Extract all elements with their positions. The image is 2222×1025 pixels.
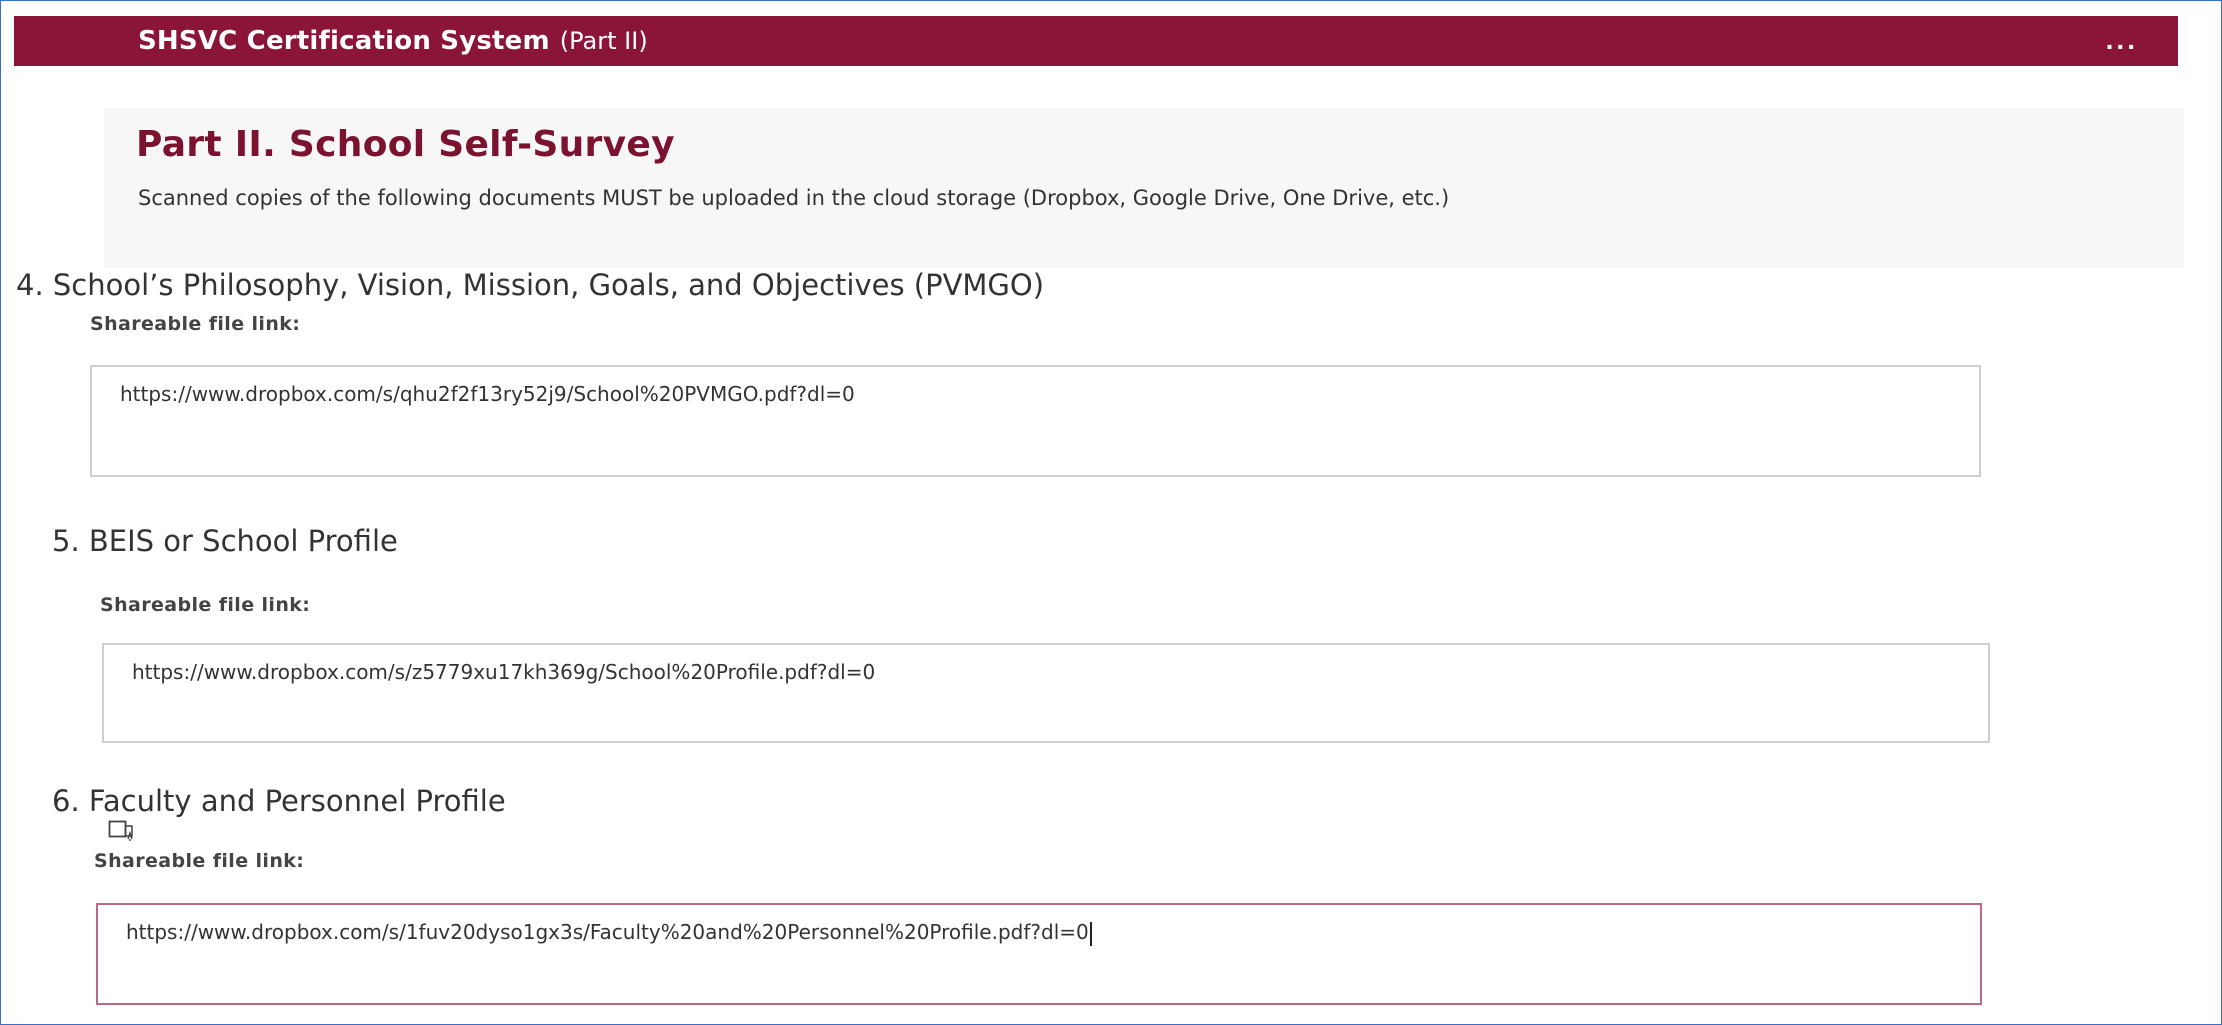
question-title-5: 5. BEIS or School Profile: [52, 524, 398, 558]
immersive-reader-icon[interactable]: [108, 820, 136, 842]
title-bar: SHSVC Certification System (Part II) ...: [14, 16, 2178, 66]
question-text: Faculty and Personnel Profile: [88, 784, 506, 818]
shareable-link-input-5[interactable]: https://www.dropbox.com/s/z5779xu17kh369…: [102, 643, 1990, 743]
app-title: SHSVC Certification System: [138, 26, 550, 56]
question-number: 6.: [52, 784, 80, 818]
question-title-6: 6. Faculty and Personnel Profile: [52, 784, 506, 818]
field-label-5: Shareable file link:: [100, 594, 311, 616]
page-title: Part II. School Self-Survey: [136, 124, 675, 165]
question-number: 4.: [16, 268, 44, 302]
input-value: https://www.dropbox.com/s/1fuv20dyso1gx3…: [126, 920, 1089, 944]
more-options-icon[interactable]: ...: [2106, 24, 2138, 56]
input-value: https://www.dropbox.com/s/qhu2f2f13ry52j…: [120, 382, 855, 406]
shareable-link-input-4[interactable]: https://www.dropbox.com/s/qhu2f2f13ry52j…: [90, 365, 1981, 477]
app-subtitle: (Part II): [559, 27, 648, 55]
question-text: BEIS or School Profile: [88, 524, 398, 558]
question-number: 5.: [52, 524, 80, 558]
text-caret: [1089, 921, 1092, 946]
question-text: School’s Philosophy, Vision, Mission, Go…: [52, 268, 1045, 302]
shareable-link-input-6[interactable]: https://www.dropbox.com/s/1fuv20dyso1gx3…: [96, 903, 1982, 1005]
field-label-6: Shareable file link:: [94, 850, 305, 872]
question-title-4: 4. School’s Philosophy, Vision, Mission,…: [16, 268, 1044, 302]
section-description: Scanned copies of the following document…: [138, 186, 1450, 210]
field-label-4: Shareable file link:: [90, 313, 301, 335]
input-value: https://www.dropbox.com/s/z5779xu17kh369…: [132, 660, 876, 684]
